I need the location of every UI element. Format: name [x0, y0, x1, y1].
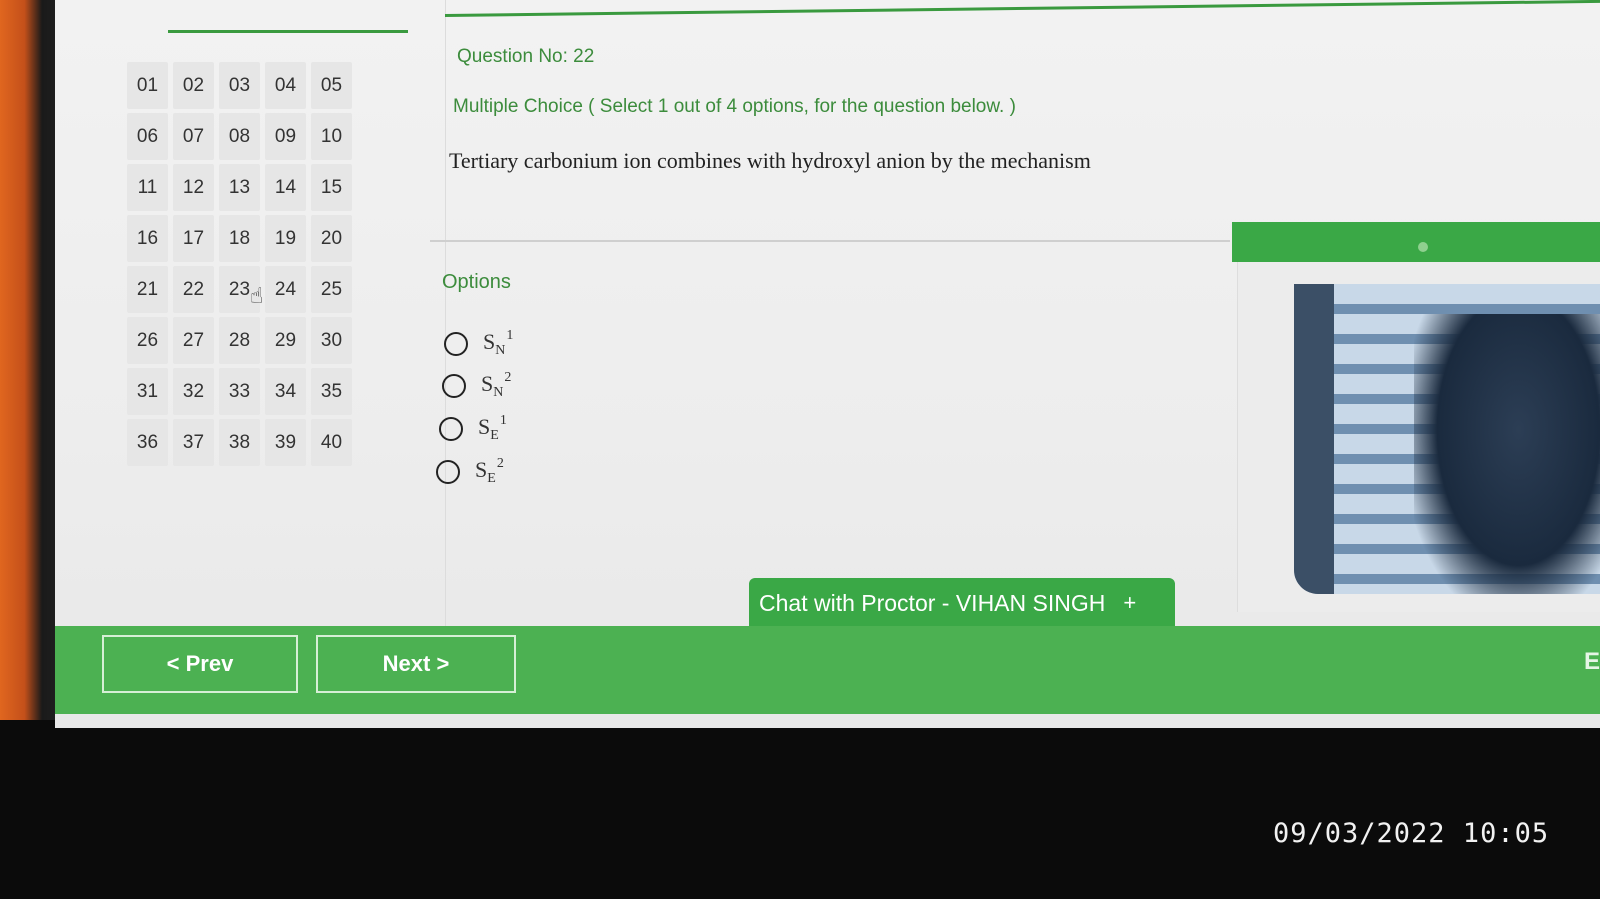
webcam-person: [1414, 314, 1600, 594]
question-number-button[interactable]: 22: [173, 266, 214, 313]
question-number-button[interactable]: 06: [127, 113, 168, 160]
question-divider: [430, 240, 1230, 242]
chat-with-proctor-button[interactable]: Chat with Proctor - VIHAN SINGH +: [749, 578, 1175, 628]
webcam-indicator-icon: [1418, 242, 1428, 252]
question-number-button[interactable]: 14: [265, 164, 306, 211]
webcam-header-bar: [1232, 222, 1600, 262]
question-top-rule: [444, 0, 1600, 17]
question-number-button[interactable]: 26: [127, 317, 168, 364]
question-number-grid: 01 02 03 04 05 06 07 08 09 10 11 12 13 14 15 16 17 18 19 20…: [125, 60, 354, 468]
navigator-top-rule: [168, 30, 408, 33]
radio-button[interactable]: [442, 373, 466, 398]
chat-label: Chat with Proctor - VIHAN SINGH: [759, 589, 1106, 616]
webcam-video-feed: [1294, 284, 1600, 594]
question-number-button[interactable]: 11: [127, 164, 168, 211]
plus-icon: +: [1123, 590, 1137, 615]
question-number-button[interactable]: 36: [127, 419, 168, 466]
question-number-button[interactable]: 08: [219, 113, 260, 160]
question-number-button[interactable]: 03: [219, 62, 260, 109]
question-number-button[interactable]: 07: [173, 113, 214, 160]
question-number-button[interactable]: 32: [173, 368, 214, 415]
option-3[interactable]: SE1: [439, 413, 507, 444]
hand-cursor-icon: ☝: [250, 283, 264, 308]
option-4[interactable]: SE2: [436, 456, 504, 487]
question-number-button[interactable]: 02: [173, 62, 214, 109]
next-button[interactable]: Next >: [316, 635, 516, 693]
radio-button[interactable]: [436, 459, 460, 484]
prev-button[interactable]: < Prev: [102, 635, 298, 693]
question-number-button[interactable]: 31: [127, 368, 168, 415]
question-number-button[interactable]: 05: [311, 62, 352, 109]
question-number-button[interactable]: 24: [265, 266, 306, 313]
question-number-button[interactable]: 35: [311, 368, 352, 415]
question-text: Tertiary carbonium ion combines with hyd…: [449, 148, 1091, 173]
photo-timestamp: 09/03/2022 10:05: [1273, 818, 1550, 849]
question-number-button[interactable]: 20: [311, 215, 352, 262]
question-number-button[interactable]: 19: [265, 215, 306, 262]
exam-screen: 01 02 03 04 05 06 07 08 09 10 11 12 13 14 15 16 17 18 19 20…: [55, 0, 1600, 728]
option-label: SE2: [475, 456, 504, 486]
question-number-button[interactable]: 12: [173, 164, 214, 211]
question-number-button[interactable]: 38: [219, 419, 260, 466]
question-number-button[interactable]: 01: [127, 62, 168, 109]
question-number-button[interactable]: 04: [265, 62, 306, 109]
question-number-button[interactable]: 17: [173, 215, 214, 262]
question-number-button[interactable]: 37: [173, 419, 214, 466]
webcam-frame-edge: [1294, 284, 1334, 594]
question-number-button[interactable]: 29: [265, 317, 306, 364]
question-number-button[interactable]: 09: [265, 113, 306, 160]
question-number-button[interactable]: 39: [265, 419, 306, 466]
radio-button[interactable]: [444, 331, 468, 356]
question-number-button[interactable]: 33: [219, 368, 260, 415]
webcam-panel: [1237, 262, 1600, 612]
question-number-button[interactable]: 15: [311, 164, 352, 211]
question-number: Question No: 22: [457, 46, 595, 67]
option-label: SE1: [478, 413, 507, 443]
question-number-button[interactable]: 27: [173, 317, 214, 364]
option-2[interactable]: SN2: [442, 370, 511, 401]
question-number-button[interactable]: 18: [219, 215, 260, 262]
question-number-button[interactable]: 13: [219, 164, 260, 211]
radio-button[interactable]: [439, 416, 463, 441]
question-number-button[interactable]: 28: [219, 317, 260, 364]
option-1[interactable]: SN1: [444, 328, 513, 359]
bottom-navigation-bar: < Prev Next > E: [55, 626, 1600, 714]
options-heading: Options: [442, 271, 511, 293]
question-number-button[interactable]: 16: [127, 215, 168, 262]
question-number-button[interactable]: 25: [311, 266, 352, 313]
question-number-button[interactable]: 10: [311, 113, 352, 160]
question-number-button[interactable]: 21: [127, 266, 168, 313]
question-number-button[interactable]: 34: [265, 368, 306, 415]
option-label: SN1: [483, 328, 514, 358]
question-number-button[interactable]: 30: [311, 317, 352, 364]
question-type-instruction: Multiple Choice ( Select 1 out of 4 opti…: [453, 96, 1016, 117]
question-number-button[interactable]: 40: [311, 419, 352, 466]
option-label: SN2: [481, 370, 512, 400]
end-exam-button[interactable]: E: [1584, 648, 1600, 676]
